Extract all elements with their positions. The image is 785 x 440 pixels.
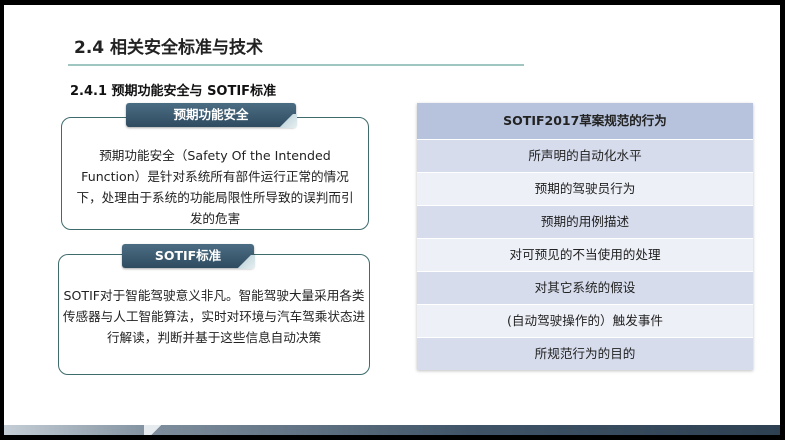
title-divider — [68, 64, 524, 66]
tag-sotif-standard: SOTIF标准 — [122, 244, 255, 269]
card-text: 预期功能安全（Safety Of the Intended Function）是… — [76, 148, 354, 226]
slide-title: 2.4 相关安全标准与技术 — [74, 38, 264, 58]
table-row: (自动驾驶操作的）触发事件 — [417, 304, 753, 337]
footer-bar — [4, 425, 780, 435]
table-header: SOTIF2017草案规范的行为 — [417, 103, 753, 139]
table-row: 对可预见的不当使用的处理 — [417, 238, 753, 271]
tag-label: SOTIF标准 — [154, 248, 222, 263]
section-subtitle: 2.4.1 预期功能安全与 SOTIF标准 — [70, 84, 277, 99]
table-row: 对其它系统的假设 — [417, 271, 753, 304]
table-row: 预期的用例描述 — [417, 205, 753, 238]
footer-accent — [144, 425, 168, 435]
table-row: 预期的驾驶员行为 — [417, 172, 753, 205]
tag-intended-function-safety: 预期功能安全 — [126, 103, 297, 128]
tag-label: 预期功能安全 — [173, 107, 249, 122]
page-curl-decoration — [231, 255, 255, 269]
sotif-behavior-table: SOTIF2017草案规范的行为 所声明的自动化水平 预期的驾驶员行为 预期的用… — [417, 103, 753, 370]
table-row: 所声明的自动化水平 — [417, 139, 753, 172]
card-sotif-standard: SOTIF对于智能驾驶意义非凡。智能驾驶大量采用各类传感器与人工智能算法，实时对… — [58, 254, 370, 375]
card-intended-function-safety: 预期功能安全（Safety Of the Intended Function）是… — [61, 117, 369, 230]
card-text: SOTIF对于智能驾驶意义非凡。智能驾驶大量采用各类传感器与人工智能算法，实时对… — [62, 288, 366, 345]
table-row: 所规范行为的目的 — [417, 337, 753, 370]
page-curl-decoration — [273, 114, 297, 128]
